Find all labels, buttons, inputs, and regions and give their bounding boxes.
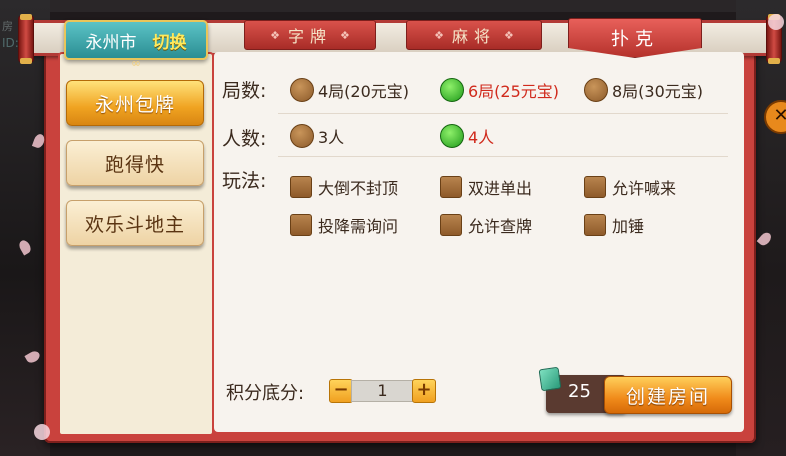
rounds-option-8-text: 8局(30元宝) — [612, 82, 704, 101]
background-corner-text: 房 — [2, 20, 13, 33]
radio-icon — [290, 78, 314, 102]
gem-icon — [538, 366, 562, 392]
mode-paodekuai[interactable]: 跑得快 — [66, 140, 204, 186]
tab-majiang[interactable]: ❖ 麻将 ❖ — [406, 20, 542, 50]
rounds-option-8[interactable]: 8局(30元宝) — [584, 78, 703, 102]
rule-yunxu-chapai[interactable]: 允许查牌 — [440, 213, 532, 237]
rule-jiachui[interactable]: 加锤 — [584, 213, 644, 237]
mode-huanle-doudizhu[interactable]: 欢乐斗地主 — [66, 200, 204, 246]
radio-icon — [290, 124, 314, 148]
checkbox-icon — [290, 214, 312, 236]
room-cost: 25 — [568, 381, 591, 402]
flower-decoration — [34, 424, 50, 440]
checkbox-icon — [584, 214, 606, 236]
background-left — [0, 0, 50, 456]
rounds-option-6-text: 6局(25元宝) — [468, 82, 560, 101]
tab-puke-label: 扑克 — [611, 29, 659, 50]
score-increase-button[interactable]: + — [412, 379, 436, 403]
rule-text: 双进单出 — [468, 179, 533, 198]
options-panel — [214, 52, 744, 432]
radio-selected-icon — [440, 124, 464, 148]
knot-ornament-icon: ∞ — [131, 56, 141, 70]
radio-icon — [584, 78, 608, 102]
rule-text: 允许查牌 — [468, 217, 533, 236]
rounds-option-6[interactable]: 6局(25元宝) — [440, 78, 559, 102]
players-label: 人数: — [222, 128, 267, 150]
checkbox-icon — [584, 176, 606, 198]
switch-city-button[interactable]: 切换 — [153, 28, 187, 53]
players-option-3[interactable]: 3人 — [290, 124, 344, 148]
rounds-option-4-text: 4局(20元宝) — [318, 82, 410, 101]
checkbox-icon — [290, 176, 312, 198]
rule-dadao-bufengding[interactable]: 大倒不封顶 — [290, 175, 398, 199]
rounds-option-4[interactable]: 4局(20元宝) — [290, 78, 409, 102]
rule-shuangjin-danchu[interactable]: 双进单出 — [440, 175, 532, 199]
tab-zipai[interactable]: ❖ 字牌 ❖ — [244, 20, 376, 50]
flower-decoration — [768, 14, 784, 30]
rule-text: 加锤 — [612, 217, 645, 236]
rule-text: 允许喊来 — [612, 179, 677, 198]
tab-majiang-label: 麻将 — [451, 27, 496, 46]
rule-text: 大倒不封顶 — [318, 179, 399, 198]
create-room-button[interactable]: 创建房间 — [604, 376, 732, 414]
radio-selected-icon — [440, 78, 464, 102]
players-option-4[interactable]: 4人 — [440, 124, 494, 148]
rule-text: 投降需询问 — [318, 217, 399, 236]
mode-yongzhou-baopai[interactable]: 永州包牌 — [66, 80, 204, 126]
background-top — [0, 0, 786, 12]
base-score-label: 积分底分: — [226, 383, 305, 404]
checkbox-icon — [440, 214, 462, 236]
rounds-label: 局数: — [222, 80, 267, 102]
players-option-4-text: 4人 — [468, 128, 495, 147]
divider — [278, 113, 728, 114]
rules-label: 玩法: — [222, 170, 267, 192]
scroll-roller-left — [18, 14, 34, 64]
city-name: 永州市 — [85, 32, 137, 53]
score-value: 1 — [351, 380, 414, 402]
rule-touxiang-xuxunwen[interactable]: 投降需询问 — [290, 213, 398, 237]
city-selector: 永州市 切换 — [64, 20, 208, 60]
divider — [278, 156, 728, 157]
score-decrease-button[interactable]: − — [329, 379, 353, 403]
rule-yunxu-hanlai[interactable]: 允许喊来 — [584, 175, 676, 199]
checkbox-icon — [440, 176, 462, 198]
tab-zipai-label: 字牌 — [287, 27, 332, 46]
players-option-3-text: 3人 — [318, 128, 345, 147]
